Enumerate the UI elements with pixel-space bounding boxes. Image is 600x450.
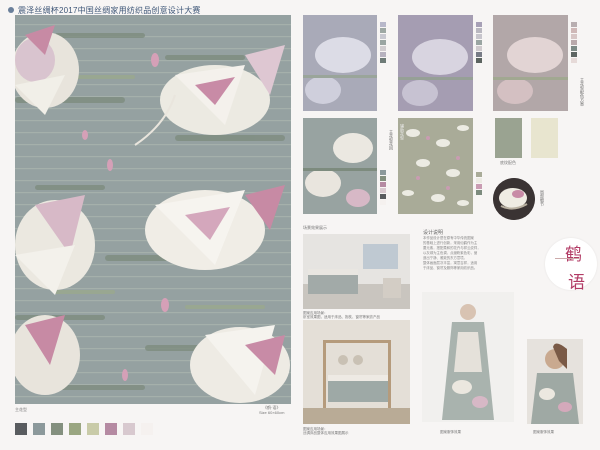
color-swatch xyxy=(105,423,117,435)
secondary-chips xyxy=(476,172,482,195)
color-swatch xyxy=(87,423,99,435)
scene-section-label: 场景效果展示 xyxy=(303,225,327,230)
repeat-label: 主花型花回 xyxy=(389,130,394,150)
room-photo-1 xyxy=(303,234,410,309)
fashion1-caption: 图案服饰效果 xyxy=(440,430,461,434)
color-palette xyxy=(15,423,153,435)
pattern-repeat-tile xyxy=(303,118,377,214)
design-heading: 设计说明 xyxy=(423,230,444,236)
colorway-chips-2 xyxy=(476,22,482,63)
fashion-photo-2 xyxy=(527,339,583,424)
secondary-pattern-tile xyxy=(398,118,473,214)
secondary-label: 辅助花型 xyxy=(400,124,405,140)
brand-char-2: 语 xyxy=(568,273,585,293)
detail-circle xyxy=(493,178,535,220)
color-swatch xyxy=(33,423,45,435)
room-photo-2 xyxy=(303,320,410,424)
texture-swatch-2 xyxy=(531,118,558,158)
texture-label: 底纹配色 xyxy=(500,160,516,165)
color-swatch xyxy=(141,423,153,435)
fashion2-caption: 图案服饰效果 xyxy=(533,430,554,434)
texture-swatch-1 xyxy=(495,118,522,158)
fashion-photo-1 xyxy=(422,292,514,422)
design-line: 于床品、窗帘及服饰等家用纺织品。 xyxy=(423,266,478,270)
color-swatch xyxy=(69,423,81,435)
colorway-label: 主花型配色方案 xyxy=(580,78,585,106)
brand-char-1: 鹤 xyxy=(565,245,582,265)
title-bullet-icon xyxy=(8,7,14,13)
main-pattern-size: Size 60×60cm xyxy=(259,410,285,415)
main-pattern-label: 主花型 xyxy=(15,407,27,412)
colorway-tile-2 xyxy=(398,15,473,111)
detail-label: 局部细节 xyxy=(540,190,545,206)
repeat-chips xyxy=(380,170,386,205)
main-pattern-artwork xyxy=(15,15,291,404)
colorway-chips-1 xyxy=(380,22,386,63)
color-swatch xyxy=(51,423,63,435)
design-description: 本作品设计是在原有中华传统图案 的基础上进行创新，采用仙鹤作为主 要元素，搭配柔… xyxy=(423,236,513,271)
colorway-tile-1 xyxy=(303,15,377,111)
room2-caption-b: 丝绸床品整体应用效果图展示 xyxy=(303,431,349,435)
colorway-chips-3 xyxy=(571,22,577,63)
colorway-tile-3 xyxy=(493,15,568,111)
color-swatch xyxy=(123,423,135,435)
page-title: 震泽丝绸杯2017中国丝绸家用纺织品创意设计大赛 xyxy=(18,5,201,15)
color-swatch xyxy=(15,423,27,435)
brand-divider xyxy=(555,258,579,259)
